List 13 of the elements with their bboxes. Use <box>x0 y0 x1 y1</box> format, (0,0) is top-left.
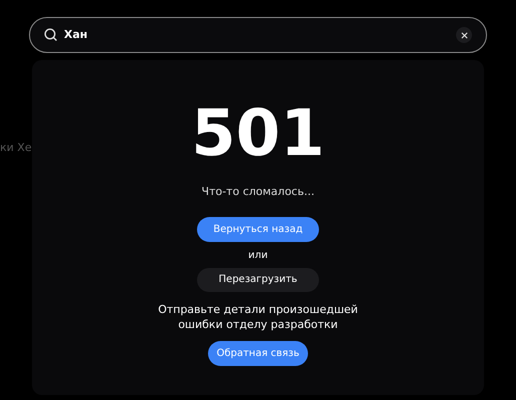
clear-button[interactable] <box>456 27 472 43</box>
search-icon <box>44 28 58 42</box>
error-message: Что-то сломалось... <box>202 184 314 200</box>
search-input[interactable]: Хан <box>64 26 450 44</box>
reload-button[interactable]: Перезагрузить <box>197 268 319 292</box>
feedback-button[interactable]: Обратная связь <box>208 340 308 366</box>
error-code: 501 <box>191 98 325 170</box>
separator-text: или <box>248 248 268 262</box>
back-button[interactable]: Вернуться назад <box>197 216 319 242</box>
background-text: ки Хе <box>0 140 32 156</box>
close-icon <box>460 32 468 38</box>
search-field[interactable]: Хан <box>29 17 487 53</box>
report-text: Отправьте детали произошедшей ошибки отделу разработки <box>157 302 359 332</box>
